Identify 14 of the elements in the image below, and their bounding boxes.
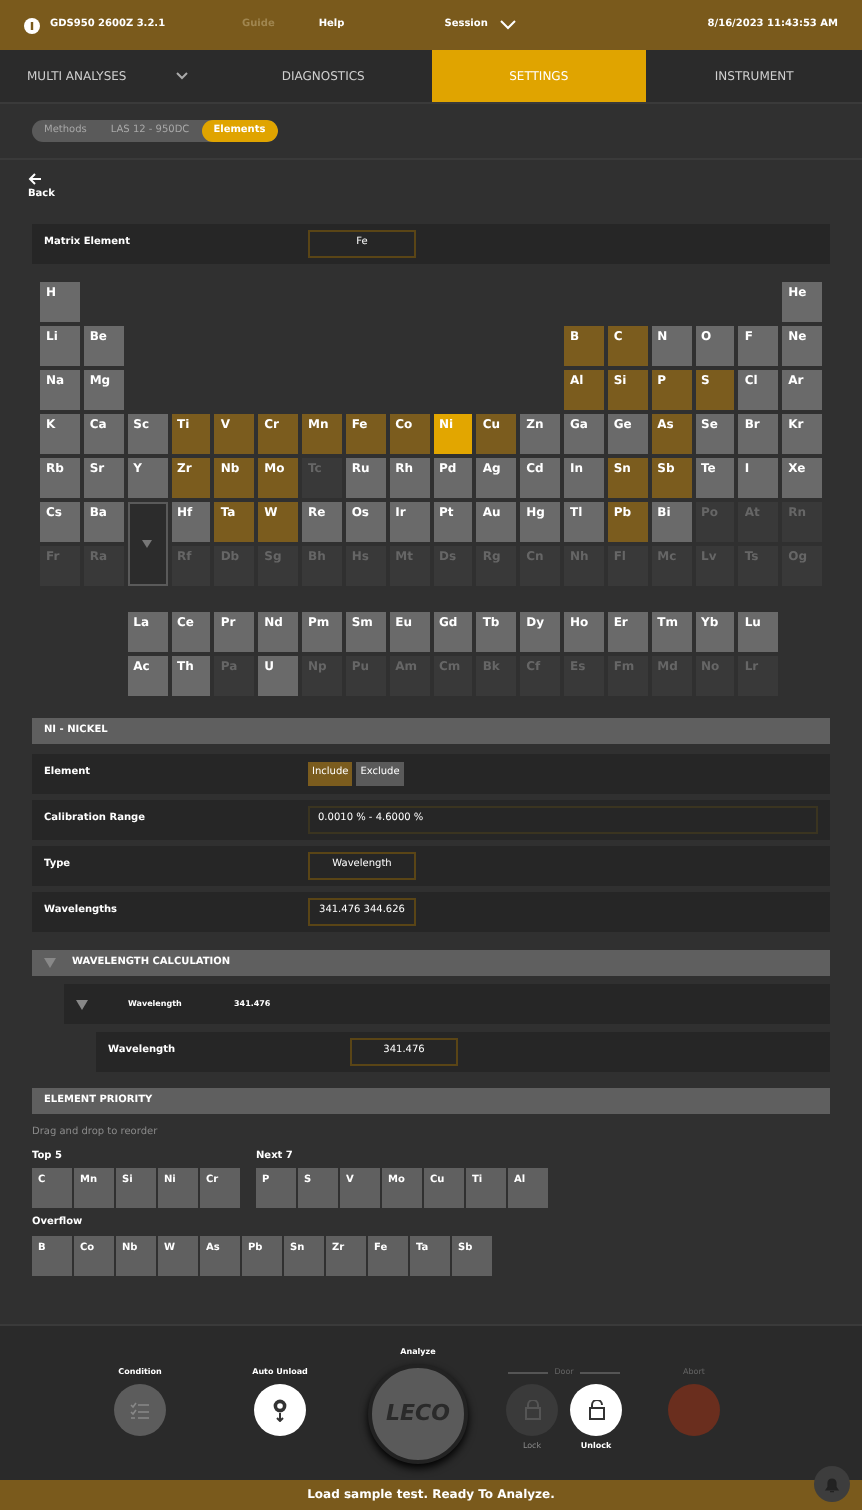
sample-icon [272,1398,288,1422]
logo-icon [24,17,40,33]
checklist-icon [130,1401,150,1419]
f-block-expander[interactable] [127,502,167,586]
caret-icon [142,540,153,548]
back-arrow-icon [28,172,42,186]
padlock-icon [523,1400,541,1420]
door-button[interactable] [570,1384,622,1436]
auto-unload-button[interactable] [254,1384,306,1436]
condition-button[interactable] [114,1384,166,1436]
open-padlock-icon [587,1400,605,1420]
caret-icon[interactable] [76,999,88,1009]
bell-icon [824,1475,840,1493]
chevron-icon [499,20,516,30]
